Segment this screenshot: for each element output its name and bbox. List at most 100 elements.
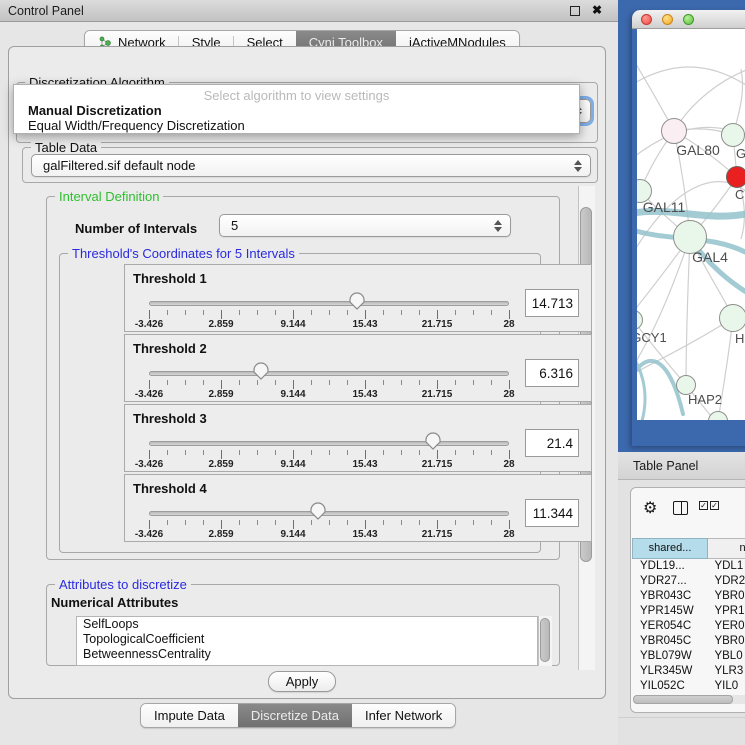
slider-scale-label: -3.426 bbox=[135, 319, 163, 330]
slider-scale-label: 2.859 bbox=[208, 319, 233, 330]
bottom-tabstrip: Impute Data Discretize Data Infer Networ… bbox=[140, 703, 456, 728]
interval-definition-label: Interval Definition bbox=[55, 189, 163, 204]
float-window-icon[interactable] bbox=[570, 6, 580, 16]
threshold-label: Threshold 2 bbox=[133, 341, 207, 356]
table-row[interactable]: YBR045CYBR0 bbox=[632, 634, 745, 649]
cell-shared-name: YDL19... bbox=[632, 559, 707, 574]
control-panel-titlebar: Control Panel ✖ bbox=[0, 0, 618, 22]
table-row[interactable]: YPR145WYPR1 bbox=[632, 604, 745, 619]
table-data-combo[interactable]: galFiltered.sif default node bbox=[31, 154, 591, 177]
table-row[interactable]: YDR27...YDR2 bbox=[632, 574, 745, 589]
mac-close-button[interactable] bbox=[641, 14, 652, 25]
threshold-slider-track[interactable] bbox=[149, 301, 509, 306]
slider-scale-label: 21.715 bbox=[422, 389, 453, 400]
slider-scale-label: 28 bbox=[503, 319, 514, 330]
table-row[interactable]: YLR345WYLR3 bbox=[632, 664, 745, 679]
slider-major-ticks bbox=[149, 450, 511, 459]
attribute-list-item[interactable]: TopologicalCoefficient bbox=[77, 632, 537, 647]
table-header-row: shared... name bbox=[632, 538, 745, 559]
threshold-box: Threshold 1-3.4262.8599.14415.4321.71528 bbox=[124, 264, 592, 332]
network-node-label: GA bbox=[736, 146, 745, 161]
tab-infer-network[interactable]: Infer Network bbox=[352, 704, 455, 727]
table-row[interactable]: YBL079WYBL0 bbox=[632, 649, 745, 664]
numerical-attributes-list[interactable]: SelfLoopsTopologicalCoefficientBetweenne… bbox=[76, 616, 538, 666]
num-intervals-value: 5 bbox=[231, 218, 238, 233]
threshold-value-input[interactable] bbox=[525, 359, 579, 387]
table-row[interactable]: YIL052CYIL0 bbox=[632, 679, 745, 694]
combo-arrows-icon bbox=[493, 220, 502, 232]
close-icon[interactable]: ✖ bbox=[592, 3, 602, 17]
slider-scale-label: 21.715 bbox=[422, 319, 453, 330]
network-node[interactable] bbox=[719, 304, 745, 332]
algorithm-dropdown-popup: Select algorithm to view settings Manual… bbox=[13, 84, 580, 134]
table-hscrollbar[interactable] bbox=[633, 695, 745, 704]
columns-icon[interactable] bbox=[673, 501, 688, 515]
network-view-window[interactable]: GAL80GACGAL11GAL4GCY1HHAP2 bbox=[632, 10, 745, 446]
cell-shared-name: YBR045C bbox=[632, 634, 707, 649]
apply-button[interactable]: Apply bbox=[268, 671, 336, 692]
threshold-slider-track[interactable] bbox=[149, 511, 509, 516]
interval-definition-groupbox: Interval Definition Number of Intervals … bbox=[46, 196, 560, 560]
network-window-titlebar[interactable] bbox=[632, 10, 745, 29]
network-node[interactable] bbox=[726, 166, 745, 188]
slider-scale-label: 2.859 bbox=[208, 529, 233, 540]
threshold-slider-handle[interactable] bbox=[310, 502, 326, 520]
network-node[interactable] bbox=[661, 118, 687, 144]
num-intervals-label: Number of Intervals bbox=[75, 221, 197, 236]
attributes-group-label: Attributes to discretize bbox=[55, 577, 191, 592]
slider-scale-label: 2.859 bbox=[208, 459, 233, 470]
slider-scale-label: 21.715 bbox=[422, 529, 453, 540]
threshold-slider-handle[interactable] bbox=[425, 432, 441, 450]
dropdown-item-manual[interactable]: Manual Discretization bbox=[16, 103, 577, 118]
threshold-label: Threshold 4 bbox=[133, 481, 207, 496]
cell-name: YBL0 bbox=[707, 649, 745, 664]
slider-major-ticks bbox=[149, 520, 511, 529]
table-data-groupbox: Table Data galFiltered.sif default node bbox=[22, 147, 598, 183]
slider-scale-label: -3.426 bbox=[135, 459, 163, 470]
gear-icon[interactable]: ⚙ bbox=[643, 498, 657, 518]
attribute-list-item[interactable]: SelfLoops bbox=[77, 617, 537, 632]
mac-zoom-button[interactable] bbox=[683, 14, 694, 25]
threshold-slider-track[interactable] bbox=[149, 441, 509, 446]
attribute-list-item[interactable]: BetweennessCentrality bbox=[77, 647, 537, 662]
network-node-label: HAP2 bbox=[688, 392, 722, 407]
network-node-label: GAL4 bbox=[692, 249, 728, 265]
cell-name: YBR0 bbox=[707, 634, 745, 649]
attributes-groupbox: Attributes to discretize Numerical Attri… bbox=[46, 584, 560, 666]
slider-major-ticks bbox=[149, 380, 511, 389]
table-row[interactable]: YDL19...YDL1 bbox=[632, 559, 745, 574]
slider-scale-label: 2.859 bbox=[208, 389, 233, 400]
mac-minimize-button[interactable] bbox=[662, 14, 673, 25]
cell-shared-name: YBR043C bbox=[632, 589, 707, 604]
slider-scale-label: 9.144 bbox=[280, 319, 305, 330]
threshold-slider-handle[interactable] bbox=[253, 362, 269, 380]
control-panel: Control Panel ✖ Network Style Se bbox=[0, 0, 618, 745]
table-panel-titlebar: Table Panel bbox=[618, 452, 745, 480]
num-intervals-combo[interactable]: 5 bbox=[219, 214, 511, 237]
tab-label: Infer Network bbox=[365, 708, 442, 723]
network-node[interactable] bbox=[721, 123, 745, 147]
dropdown-item-equal-width[interactable]: Equal Width/Frequency Discretization bbox=[16, 118, 577, 133]
network-canvas[interactable]: GAL80GACGAL11GAL4GCY1HHAP2 bbox=[637, 29, 745, 420]
tab-discretize-data[interactable]: Discretize Data bbox=[238, 704, 352, 727]
cell-name: YIL0 bbox=[707, 679, 745, 694]
attributes-scrollbar-thumb[interactable] bbox=[540, 618, 550, 662]
table-row[interactable]: YBR043CYBR0 bbox=[632, 589, 745, 604]
threshold-slider-track[interactable] bbox=[149, 371, 509, 376]
table-row[interactable]: YER054CYER0 bbox=[632, 619, 745, 634]
tab-impute-data[interactable]: Impute Data bbox=[141, 704, 238, 727]
threshold-slider-handle[interactable] bbox=[349, 292, 365, 310]
table-rows: YDL19...YDL1YDR27...YDR2YBR043CYBR0YPR14… bbox=[632, 559, 745, 694]
combo-arrows-icon bbox=[573, 160, 582, 172]
thresholds-container: Threshold 1-3.4262.8599.14415.4321.71528… bbox=[60, 254, 540, 552]
network-node-label: GCY1 bbox=[637, 330, 667, 345]
threshold-value-input[interactable] bbox=[525, 429, 579, 457]
column-header-name[interactable]: name bbox=[708, 538, 745, 559]
network-node-label: H bbox=[735, 331, 744, 346]
select-columns-checkboxes-icon[interactable]: ✓✓ bbox=[699, 501, 719, 510]
column-header-shared-name[interactable]: shared... bbox=[632, 538, 708, 559]
slider-major-ticks bbox=[149, 310, 511, 319]
threshold-value-input[interactable] bbox=[525, 289, 579, 317]
table-hscrollbar-thumb[interactable] bbox=[633, 695, 733, 704]
threshold-value-input[interactable] bbox=[525, 499, 579, 527]
